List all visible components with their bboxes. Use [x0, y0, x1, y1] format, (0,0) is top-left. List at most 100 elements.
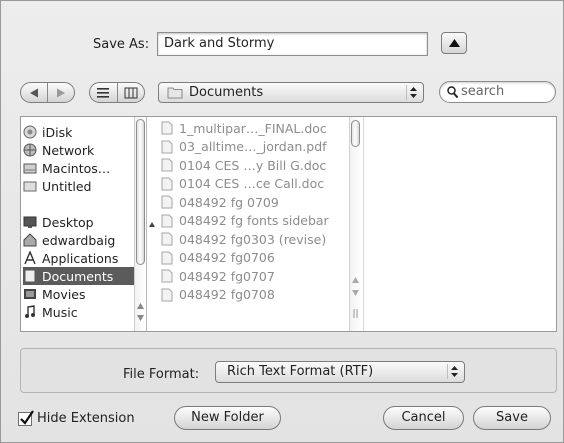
document-icon [161, 269, 173, 283]
file-row[interactable]: 03_alltime…_jordan.pdf [157, 138, 347, 156]
sidebar-item-label: edwardbaig [42, 232, 116, 248]
sidebar-scrollbar[interactable] [134, 117, 146, 331]
sidebar-item-movies[interactable]: Movies [23, 285, 134, 303]
save-dialog: Save As: Dark and Stormy Documents searc… [0, 0, 564, 443]
network-icon [23, 143, 37, 157]
applications-icon [24, 251, 36, 265]
sidebar-item-untitled[interactable]: Untitled [23, 177, 134, 195]
file-list-scroll-thumb[interactable] [351, 120, 360, 147]
file-name: 048492 fg0706 [179, 250, 275, 265]
list-view-icon [97, 87, 110, 98]
file-name: 0104 CES …y Bill G.doc [179, 157, 327, 173]
scroll-up-arrow-icon[interactable] [137, 303, 144, 309]
file-format-popup[interactable]: Rich Text Format (RTF) [215, 361, 465, 383]
list-view-button[interactable] [90, 83, 117, 102]
file-name: 1_multipar…_FINAL.doc [179, 120, 327, 136]
back-forward-control [20, 82, 75, 103]
disk-icon [23, 181, 37, 192]
file-row[interactable]: 048492 fg 0709 [157, 193, 347, 211]
sidebar-item-label: iDisk [42, 124, 73, 140]
scroll-down-arrow-icon[interactable] [137, 315, 144, 321]
sidebar-item-network[interactable]: Network [23, 141, 134, 159]
expand-collapse-button[interactable] [441, 32, 467, 54]
file-name: 0104 CES …ce Call.doc [179, 176, 325, 191]
idisk-icon [23, 125, 37, 139]
file-row[interactable]: 048492 fg fonts sidebar [157, 212, 347, 230]
file-name: 048492 fg0707 [179, 268, 275, 284]
sidebar-item-label: Music [42, 304, 78, 320]
file-browser: iDisk Network Macintos… Untitled Desktop edwa… [20, 116, 557, 332]
sidebar-item-label: Desktop [42, 214, 94, 230]
file-name: 048492 fg fonts sidebar [179, 213, 329, 228]
documents-icon [24, 269, 36, 283]
sidebar-item-label: Documents [42, 268, 114, 284]
back-arrow-icon [30, 88, 38, 97]
view-mode-control [89, 82, 145, 103]
location-label: Documents [189, 85, 264, 100]
save-as-input[interactable]: Dark and Stormy [157, 32, 428, 56]
caret-up-icon [149, 222, 155, 227]
location-popup[interactable]: Documents [158, 82, 424, 103]
search-icon [447, 86, 458, 98]
file-list-scrollbar[interactable] [349, 117, 361, 331]
search-placeholder: search [461, 84, 505, 99]
column-resize-handle[interactable] [147, 117, 157, 331]
sidebar-scroll-thumb[interactable] [136, 119, 145, 265]
document-icon [161, 140, 173, 153]
file-name: 048492 fg0708 [179, 287, 275, 302]
sidebar-item-idisk[interactable]: iDisk [23, 123, 134, 141]
resize-grip-icon[interactable] [353, 309, 358, 318]
sidebar-item-label: Network [42, 142, 95, 158]
column-view-button[interactable] [116, 83, 145, 102]
file-row[interactable]: 048492 fg0706 [157, 249, 347, 267]
scroll-up-arrow-icon[interactable] [352, 277, 359, 283]
movies-icon [24, 289, 36, 299]
cancel-button[interactable]: Cancel [383, 406, 464, 430]
document-icon [161, 195, 173, 209]
file-name: 03_alltime…_jordan.pdf [179, 139, 327, 154]
preview-column [363, 117, 556, 331]
document-icon [161, 214, 173, 227]
save-button[interactable]: Save [473, 406, 551, 430]
file-name: 048492 fg 0709 [179, 194, 279, 210]
file-row[interactable]: 0104 CES …ce Call.doc [157, 175, 347, 193]
sidebar-item-macintos[interactable]: Macintos… [23, 159, 134, 177]
music-icon [25, 305, 35, 318]
column-view-icon [124, 87, 138, 98]
sidebar-item-label: Applications [42, 250, 119, 266]
file-row[interactable]: 1_multipar…_FINAL.doc [157, 119, 347, 137]
document-icon [161, 288, 173, 301]
document-icon [161, 121, 173, 135]
up-down-arrows-icon [406, 85, 421, 100]
document-icon [161, 251, 173, 264]
new-folder-button[interactable]: New Folder [174, 406, 281, 430]
sidebar-item-documents[interactable]: Documents [23, 267, 134, 285]
forward-button[interactable] [47, 83, 74, 102]
file-format-value: Rich Text Format (RTF) [227, 364, 374, 379]
file-row[interactable]: 0104 CES …y Bill G.doc [157, 156, 347, 174]
sidebar-item-desktop[interactable]: Desktop [23, 213, 134, 231]
sidebar-item-label: Untitled [42, 178, 92, 194]
hard-drive-icon [23, 163, 37, 174]
save-as-label: Save As: [93, 37, 150, 52]
sidebar-item-music[interactable]: Music [23, 303, 134, 321]
sidebar-item-edwardbaig[interactable]: edwardbaig [23, 231, 134, 249]
file-row[interactable]: 048492 fg0303 (revise) [157, 230, 347, 248]
sidebar-item-label: Movies [42, 286, 86, 302]
file-list: 1_multipar…_FINAL.doc 03_alltime…_jordan.… [157, 117, 361, 331]
folder-icon [167, 87, 183, 99]
back-button[interactable] [21, 83, 47, 102]
document-icon [161, 177, 173, 190]
scroll-down-arrow-icon[interactable] [352, 290, 359, 296]
hide-extension-label[interactable]: Hide Extension [37, 411, 135, 426]
file-row[interactable]: 048492 fg0708 [157, 286, 347, 304]
up-down-arrows-icon [447, 364, 462, 379]
document-icon [161, 158, 173, 172]
hide-extension-checkbox[interactable] [18, 410, 34, 426]
document-icon [161, 232, 173, 246]
sidebar-item-applications[interactable]: Applications [23, 249, 134, 267]
search-input[interactable]: search [439, 81, 556, 103]
sidebar: iDisk Network Macintos… Untitled Desktop edwa… [21, 117, 147, 331]
file-name: 048492 fg0303 (revise) [179, 231, 327, 247]
file-row[interactable]: 048492 fg0707 [157, 267, 347, 285]
